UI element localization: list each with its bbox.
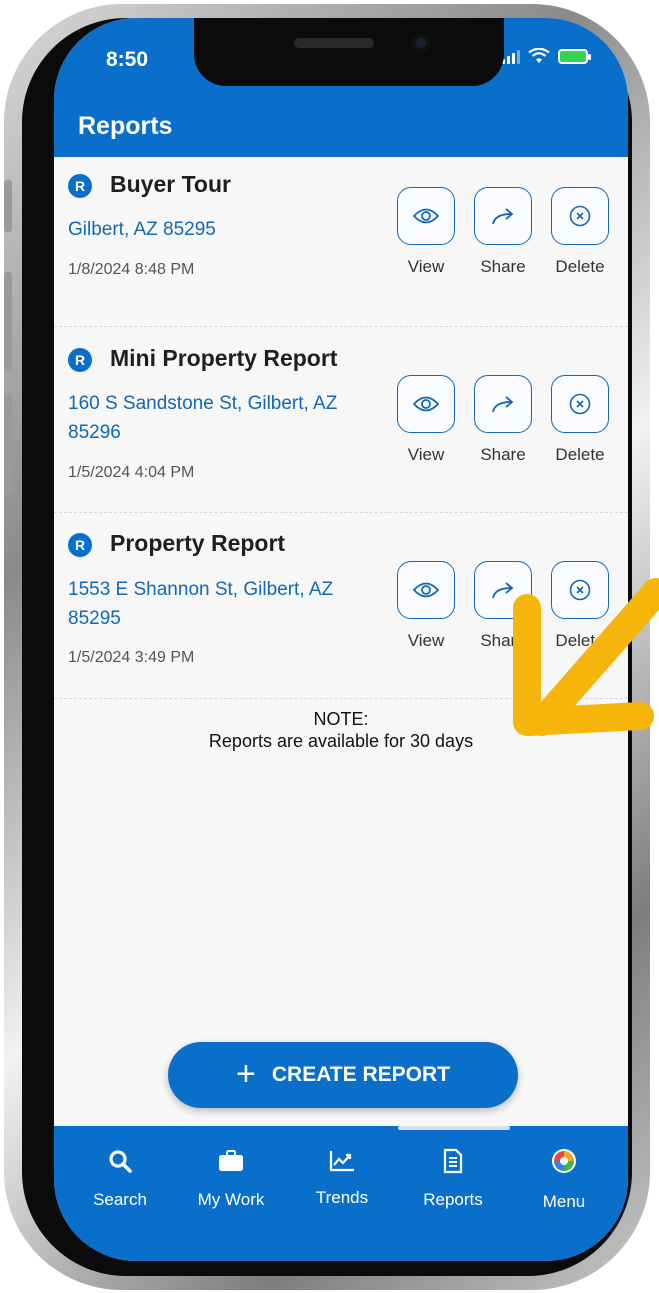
report-type-badge: R	[68, 348, 92, 372]
view-button[interactable]	[397, 561, 455, 619]
tab-label: Menu	[542, 1192, 586, 1211]
menu-logo-icon	[552, 1149, 576, 1173]
tab-reports[interactable]: Reports	[398, 1144, 508, 1210]
view-label: View	[407, 445, 445, 464]
view-label: View	[407, 257, 445, 276]
share-label: Share	[480, 257, 526, 276]
report-item[interactable]: R Property Report 1553 E Shannon St, Gil…	[54, 512, 628, 699]
battery-charging-icon	[558, 48, 591, 64]
report-item[interactable]: R Mini Property Report 160 S Sandstone S…	[54, 326, 628, 513]
report-date: 1/5/2024 3:49 PM	[68, 649, 195, 666]
trend-chart-icon	[329, 1151, 354, 1172]
page-title: Reports	[78, 112, 173, 140]
report-title: Buyer Tour	[110, 171, 231, 197]
report-address-link[interactable]: Gilbert, AZ 85295	[68, 215, 368, 244]
tab-search[interactable]: Search	[65, 1144, 175, 1210]
app-header: 8:50 Reports	[54, 18, 628, 157]
report-type-badge: R	[68, 533, 92, 557]
speaker-grille	[294, 38, 374, 48]
status-time: 8:50	[106, 48, 149, 71]
eye-icon	[413, 208, 439, 224]
share-button[interactable]	[474, 375, 532, 433]
view-button[interactable]	[397, 187, 455, 245]
report-address-link[interactable]: 160 S Sandstone St, Gilbert, AZ 85296	[68, 389, 368, 447]
report-document-icon	[443, 1148, 463, 1174]
delete-label: Delete	[555, 445, 605, 464]
share-arrow-icon	[492, 582, 514, 599]
report-date: 1/8/2024 8:48 PM	[68, 261, 195, 278]
report-type-badge: R	[68, 174, 92, 198]
tab-my-work[interactable]: My Work	[176, 1144, 286, 1210]
delete-label: Delete	[555, 257, 605, 276]
availability-note: NOTE: Reports are available for 30 days	[54, 708, 628, 752]
close-circle-icon	[569, 205, 591, 227]
share-label: Share	[480, 631, 526, 650]
front-camera	[412, 34, 430, 52]
status-icons	[502, 48, 591, 64]
close-circle-icon	[569, 393, 591, 415]
view-label: View	[407, 631, 445, 650]
delete-button[interactable]	[551, 561, 609, 619]
plus-icon: +	[236, 1054, 256, 1093]
report-address-link[interactable]: 1553 E Shannon St, Gilbert, AZ 85295	[68, 575, 368, 633]
tab-label: My Work	[197, 1190, 265, 1209]
mute-switch	[4, 180, 12, 232]
app-screen: 8:50 Reports R Buyer Tour Gilbert, AZ 85…	[54, 18, 628, 1261]
eye-icon	[413, 582, 439, 598]
view-button[interactable]	[397, 375, 455, 433]
eye-icon	[413, 396, 439, 412]
tab-menu[interactable]: Menu	[509, 1144, 619, 1212]
briefcase-icon	[219, 1150, 243, 1171]
report-date: 1/5/2024 4:04 PM	[68, 464, 195, 481]
report-title: Property Report	[110, 530, 286, 556]
create-report-button[interactable]: + CREATE REPORT	[168, 1042, 518, 1108]
search-icon	[109, 1150, 132, 1173]
note-text: Reports are available for 30 days	[208, 731, 474, 751]
create-report-label: CREATE REPORT	[271, 1063, 450, 1086]
report-item[interactable]: R Buyer Tour Gilbert, AZ 85295 1/8/2024 …	[54, 157, 628, 327]
phone-notch	[194, 18, 504, 86]
tab-trends[interactable]: Trends	[287, 1144, 397, 1208]
volume-down-button	[4, 394, 12, 494]
bottom-tab-bar: Search My Work Trends Reports Menu	[54, 1126, 628, 1261]
tab-label: Trends	[315, 1188, 369, 1207]
share-label: Share	[480, 445, 526, 464]
tab-label: Reports	[423, 1190, 483, 1209]
cellular-signal-icon	[502, 48, 520, 64]
share-arrow-icon	[492, 208, 514, 225]
active-tab-indicator	[398, 1126, 510, 1130]
delete-button[interactable]	[551, 187, 609, 245]
tab-label: Search	[93, 1190, 147, 1209]
volume-up-button	[4, 272, 12, 372]
note-heading: NOTE:	[313, 709, 369, 729]
report-title: Mini Property Report	[110, 345, 338, 371]
delete-button[interactable]	[551, 375, 609, 433]
share-arrow-icon	[492, 396, 514, 413]
wifi-icon	[528, 48, 550, 63]
share-button[interactable]	[474, 561, 532, 619]
share-button[interactable]	[474, 187, 532, 245]
delete-label: Delete	[555, 631, 605, 650]
close-circle-icon	[569, 579, 591, 601]
